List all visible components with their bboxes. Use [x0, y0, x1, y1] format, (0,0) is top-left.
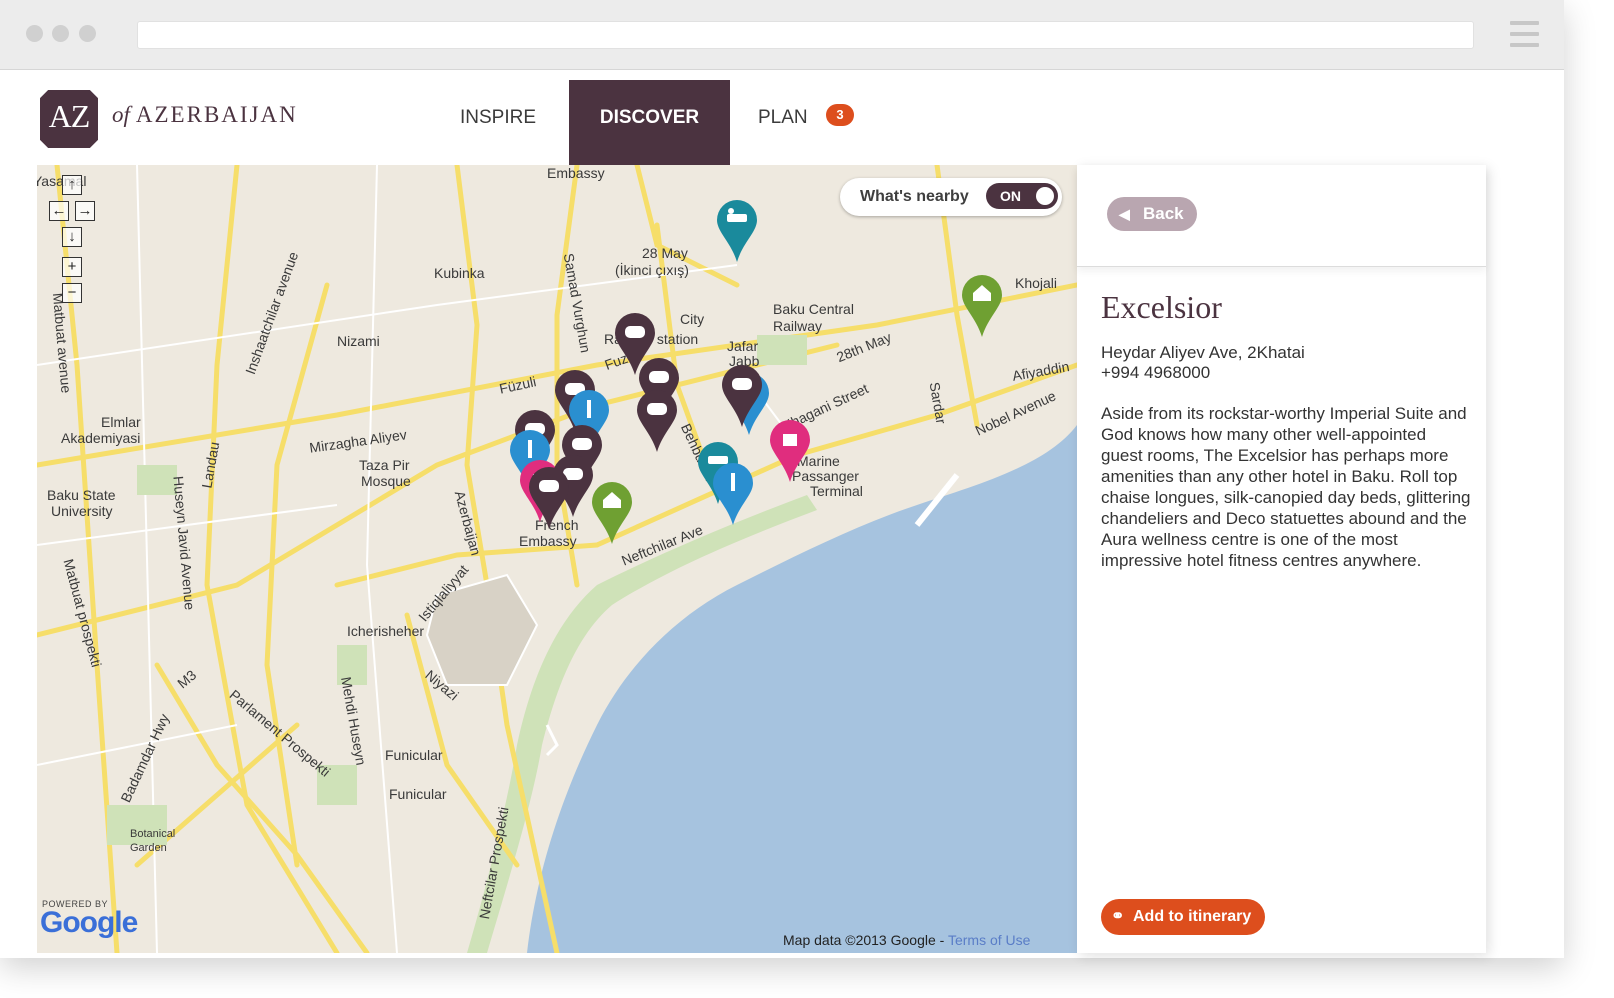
plan-count-badge: 3	[826, 104, 854, 126]
zoom-out-button[interactable]: −	[62, 283, 82, 303]
logo-of: of	[112, 102, 130, 127]
window-minimize-dot[interactable]	[52, 25, 69, 42]
whats-nearby-label: What's nearby	[860, 188, 969, 205]
venue-title: Excelsior	[1101, 289, 1222, 325]
pin-sight[interactable]	[592, 482, 632, 544]
nav-inspire[interactable]: INSPIRE	[460, 80, 536, 165]
pin-theatre[interactable]	[637, 390, 677, 452]
whats-nearby-control: What's nearby ON	[840, 178, 1062, 216]
pin-shopping[interactable]	[770, 420, 810, 482]
logo-text: of AZERBAIJAN	[112, 102, 298, 128]
pin-theatre[interactable]	[529, 467, 569, 529]
venue-address: Heydar Aliyev Ave, 2Khatai	[1101, 343, 1305, 362]
window-maximize-dot[interactable]	[79, 25, 96, 42]
chevron-left-icon: ◀	[1119, 206, 1130, 222]
nav-plan[interactable]: PLAN	[758, 80, 808, 165]
browser-toolbar	[0, 0, 1564, 70]
map-attribution: Map data ©2013 Google - Terms of Use	[783, 932, 1030, 948]
window-close-dot[interactable]	[26, 25, 43, 42]
logo-mark: AZ	[48, 98, 91, 134]
back-label: Back	[1143, 204, 1184, 223]
pan-right-button[interactable]: →	[75, 201, 95, 221]
google-logo: Google	[40, 906, 138, 940]
nav-discover[interactable]: DISCOVER	[569, 80, 730, 165]
map-pins	[510, 200, 1002, 544]
attribution-text: Map data ©2013 Google -	[783, 932, 948, 948]
detail-panel-header: ◀ Back	[1077, 165, 1486, 267]
add-to-itinerary-label: Add to itinerary	[1133, 908, 1252, 925]
venue-phone: +994 4968000	[1101, 363, 1211, 382]
url-bar[interactable]	[137, 21, 1474, 49]
google-logo-text: Google	[40, 906, 138, 939]
venue-description: Aside from its rockstar-worthy Imperial …	[1101, 404, 1471, 570]
logo-name: AZERBAIJAN	[135, 102, 298, 127]
detail-panel: ◀ Back Excelsior Heydar Aliyev Ave, 2Kha…	[1077, 165, 1486, 953]
pan-up-button[interactable]: ↑	[62, 175, 82, 195]
zoom-in-button[interactable]: +	[62, 257, 82, 277]
whats-nearby-toggle[interactable]: ON	[986, 183, 1058, 209]
pin-sight[interactable]	[962, 275, 1002, 337]
pin-restaurant[interactable]	[713, 463, 753, 525]
pan-left-button[interactable]: ←	[49, 201, 69, 221]
share-nodes-icon: ⚭	[1111, 908, 1125, 925]
pin-hotel[interactable]	[717, 200, 757, 262]
toggle-state: ON	[1000, 188, 1021, 204]
pan-down-button[interactable]: ↓	[62, 227, 82, 247]
terms-link[interactable]: Terms of Use	[948, 932, 1030, 948]
map[interactable]: Yasamal Embassy 28 May (İkinci çıxış) Ku…	[37, 165, 1077, 953]
add-to-itinerary-button[interactable]: ⚭ Add to itinerary	[1101, 899, 1265, 935]
back-button[interactable]: ◀ Back	[1107, 197, 1197, 231]
toggle-knob	[1036, 187, 1054, 205]
